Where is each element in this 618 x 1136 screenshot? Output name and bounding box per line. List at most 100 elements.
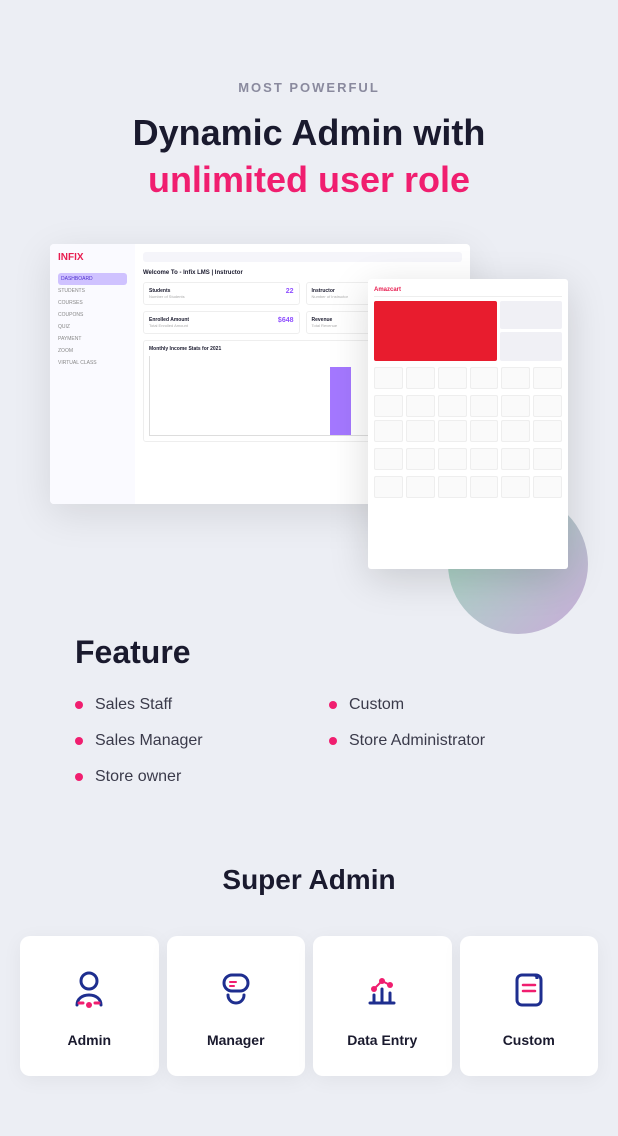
- feature-text: Sales Staff: [95, 696, 172, 714]
- product: [374, 448, 403, 470]
- product-grid: [374, 395, 562, 442]
- product: [406, 367, 435, 389]
- product: [438, 367, 467, 389]
- product: [374, 367, 403, 389]
- card-label: Manager: [177, 1032, 296, 1048]
- menu-item: PAYMENT: [58, 333, 127, 345]
- menu-item: COUPONS: [58, 309, 127, 321]
- shop-logo: Amazcart: [374, 287, 401, 293]
- menu-item: ZOOM: [58, 345, 127, 357]
- shop-header: Amazcart: [374, 285, 562, 297]
- card-label: Admin: [30, 1032, 149, 1048]
- feature-col-2: Custom Store Administrator: [329, 696, 543, 804]
- product: [470, 367, 499, 389]
- feature-item: Store Administrator: [329, 732, 543, 750]
- product: [533, 476, 562, 498]
- product: [533, 367, 562, 389]
- product: [470, 420, 499, 442]
- custom-icon: [504, 964, 554, 1014]
- search-bar: [143, 252, 462, 262]
- product: [533, 395, 562, 417]
- menu-item: VIRTUAL CLASS: [58, 357, 127, 369]
- product: [374, 476, 403, 498]
- feature-item: Store owner: [75, 768, 289, 786]
- stat-students: 22 Students Number of Students: [143, 282, 300, 305]
- hero-thumb: [500, 301, 562, 330]
- bullet-icon: [329, 701, 337, 709]
- super-admin-title: Super Admin: [0, 864, 618, 896]
- card-custom: Custom: [460, 936, 599, 1076]
- product: [438, 420, 467, 442]
- bullet-icon: [75, 773, 83, 781]
- stat-value: $648: [278, 317, 294, 324]
- stat-sub: Number of Students: [149, 294, 294, 299]
- product: [438, 476, 467, 498]
- product: [501, 367, 530, 389]
- product: [406, 420, 435, 442]
- card-data-entry: Data Entry: [313, 936, 452, 1076]
- screenshots-area: INFIX DASHBOARD STUDENTS COURSES COUPONS…: [0, 244, 618, 604]
- product: [501, 395, 530, 417]
- hero-banner: [374, 301, 497, 361]
- eyebrow-text: MOST POWERFUL: [20, 80, 598, 95]
- feature-item: Sales Staff: [75, 696, 289, 714]
- infix-logo: INFIX: [58, 252, 127, 263]
- card-label: Custom: [470, 1032, 589, 1048]
- feature-item: Custom: [329, 696, 543, 714]
- manager-icon: [211, 964, 261, 1014]
- dashboard-sidebar: INFIX DASHBOARD STUDENTS COURSES COUPONS…: [50, 244, 135, 504]
- product: [533, 420, 562, 442]
- product: [470, 448, 499, 470]
- shop-screenshot: Amazcart: [368, 279, 568, 569]
- product: [533, 448, 562, 470]
- stat-value: 22: [286, 288, 294, 295]
- data-entry-icon: [357, 964, 407, 1014]
- menu-item: COURSES: [58, 297, 127, 309]
- feature-text: Custom: [349, 696, 404, 714]
- role-cards: Admin Manager Data Entry: [0, 936, 618, 1136]
- menu-dashboard: DASHBOARD: [58, 273, 127, 285]
- bullet-icon: [75, 737, 83, 745]
- card-admin: Admin: [20, 936, 159, 1076]
- bar: [330, 367, 351, 434]
- feature-item: Sales Manager: [75, 732, 289, 750]
- product: [501, 420, 530, 442]
- product: [501, 476, 530, 498]
- header: MOST POWERFUL Dynamic Admin with unlimit…: [0, 0, 618, 244]
- product: [501, 448, 530, 470]
- admin-icon: [64, 964, 114, 1014]
- product: [438, 448, 467, 470]
- product: [374, 395, 403, 417]
- hero-side: [500, 301, 562, 361]
- feature-title: Feature: [75, 634, 543, 671]
- menu-item: QUIZ: [58, 321, 127, 333]
- title-line-2: unlimited user role: [148, 159, 470, 200]
- hero-thumb: [500, 332, 562, 361]
- product: [374, 420, 403, 442]
- product-grid: [374, 476, 562, 498]
- main-title: Dynamic Admin with unlimited user role: [20, 110, 598, 204]
- feature-text: Store Administrator: [349, 732, 485, 750]
- product: [438, 395, 467, 417]
- bullet-icon: [329, 737, 337, 745]
- feature-text: Store owner: [95, 768, 181, 786]
- feature-section: Feature Sales Staff Sales Manager Store …: [0, 604, 618, 844]
- bullet-icon: [75, 701, 83, 709]
- welcome-text: Welcome To - Infix LMS | Instructor: [143, 270, 462, 276]
- feature-col-1: Sales Staff Sales Manager Store owner: [75, 696, 289, 804]
- feature-columns: Sales Staff Sales Manager Store owner Cu…: [75, 696, 543, 804]
- product: [406, 476, 435, 498]
- feature-text: Sales Manager: [95, 732, 203, 750]
- shop-hero: [374, 301, 562, 361]
- card-label: Data Entry: [323, 1032, 442, 1048]
- product: [406, 395, 435, 417]
- product: [470, 395, 499, 417]
- product-grid: [374, 367, 562, 389]
- product: [406, 448, 435, 470]
- product-grid: [374, 448, 562, 470]
- menu-item: STUDENTS: [58, 285, 127, 297]
- stat-sub: Total Enrolled Amount: [149, 323, 294, 328]
- card-manager: Manager: [167, 936, 306, 1076]
- product: [470, 476, 499, 498]
- stat-enrolled: $648 Enrolled Amount Total Enrolled Amou…: [143, 311, 300, 334]
